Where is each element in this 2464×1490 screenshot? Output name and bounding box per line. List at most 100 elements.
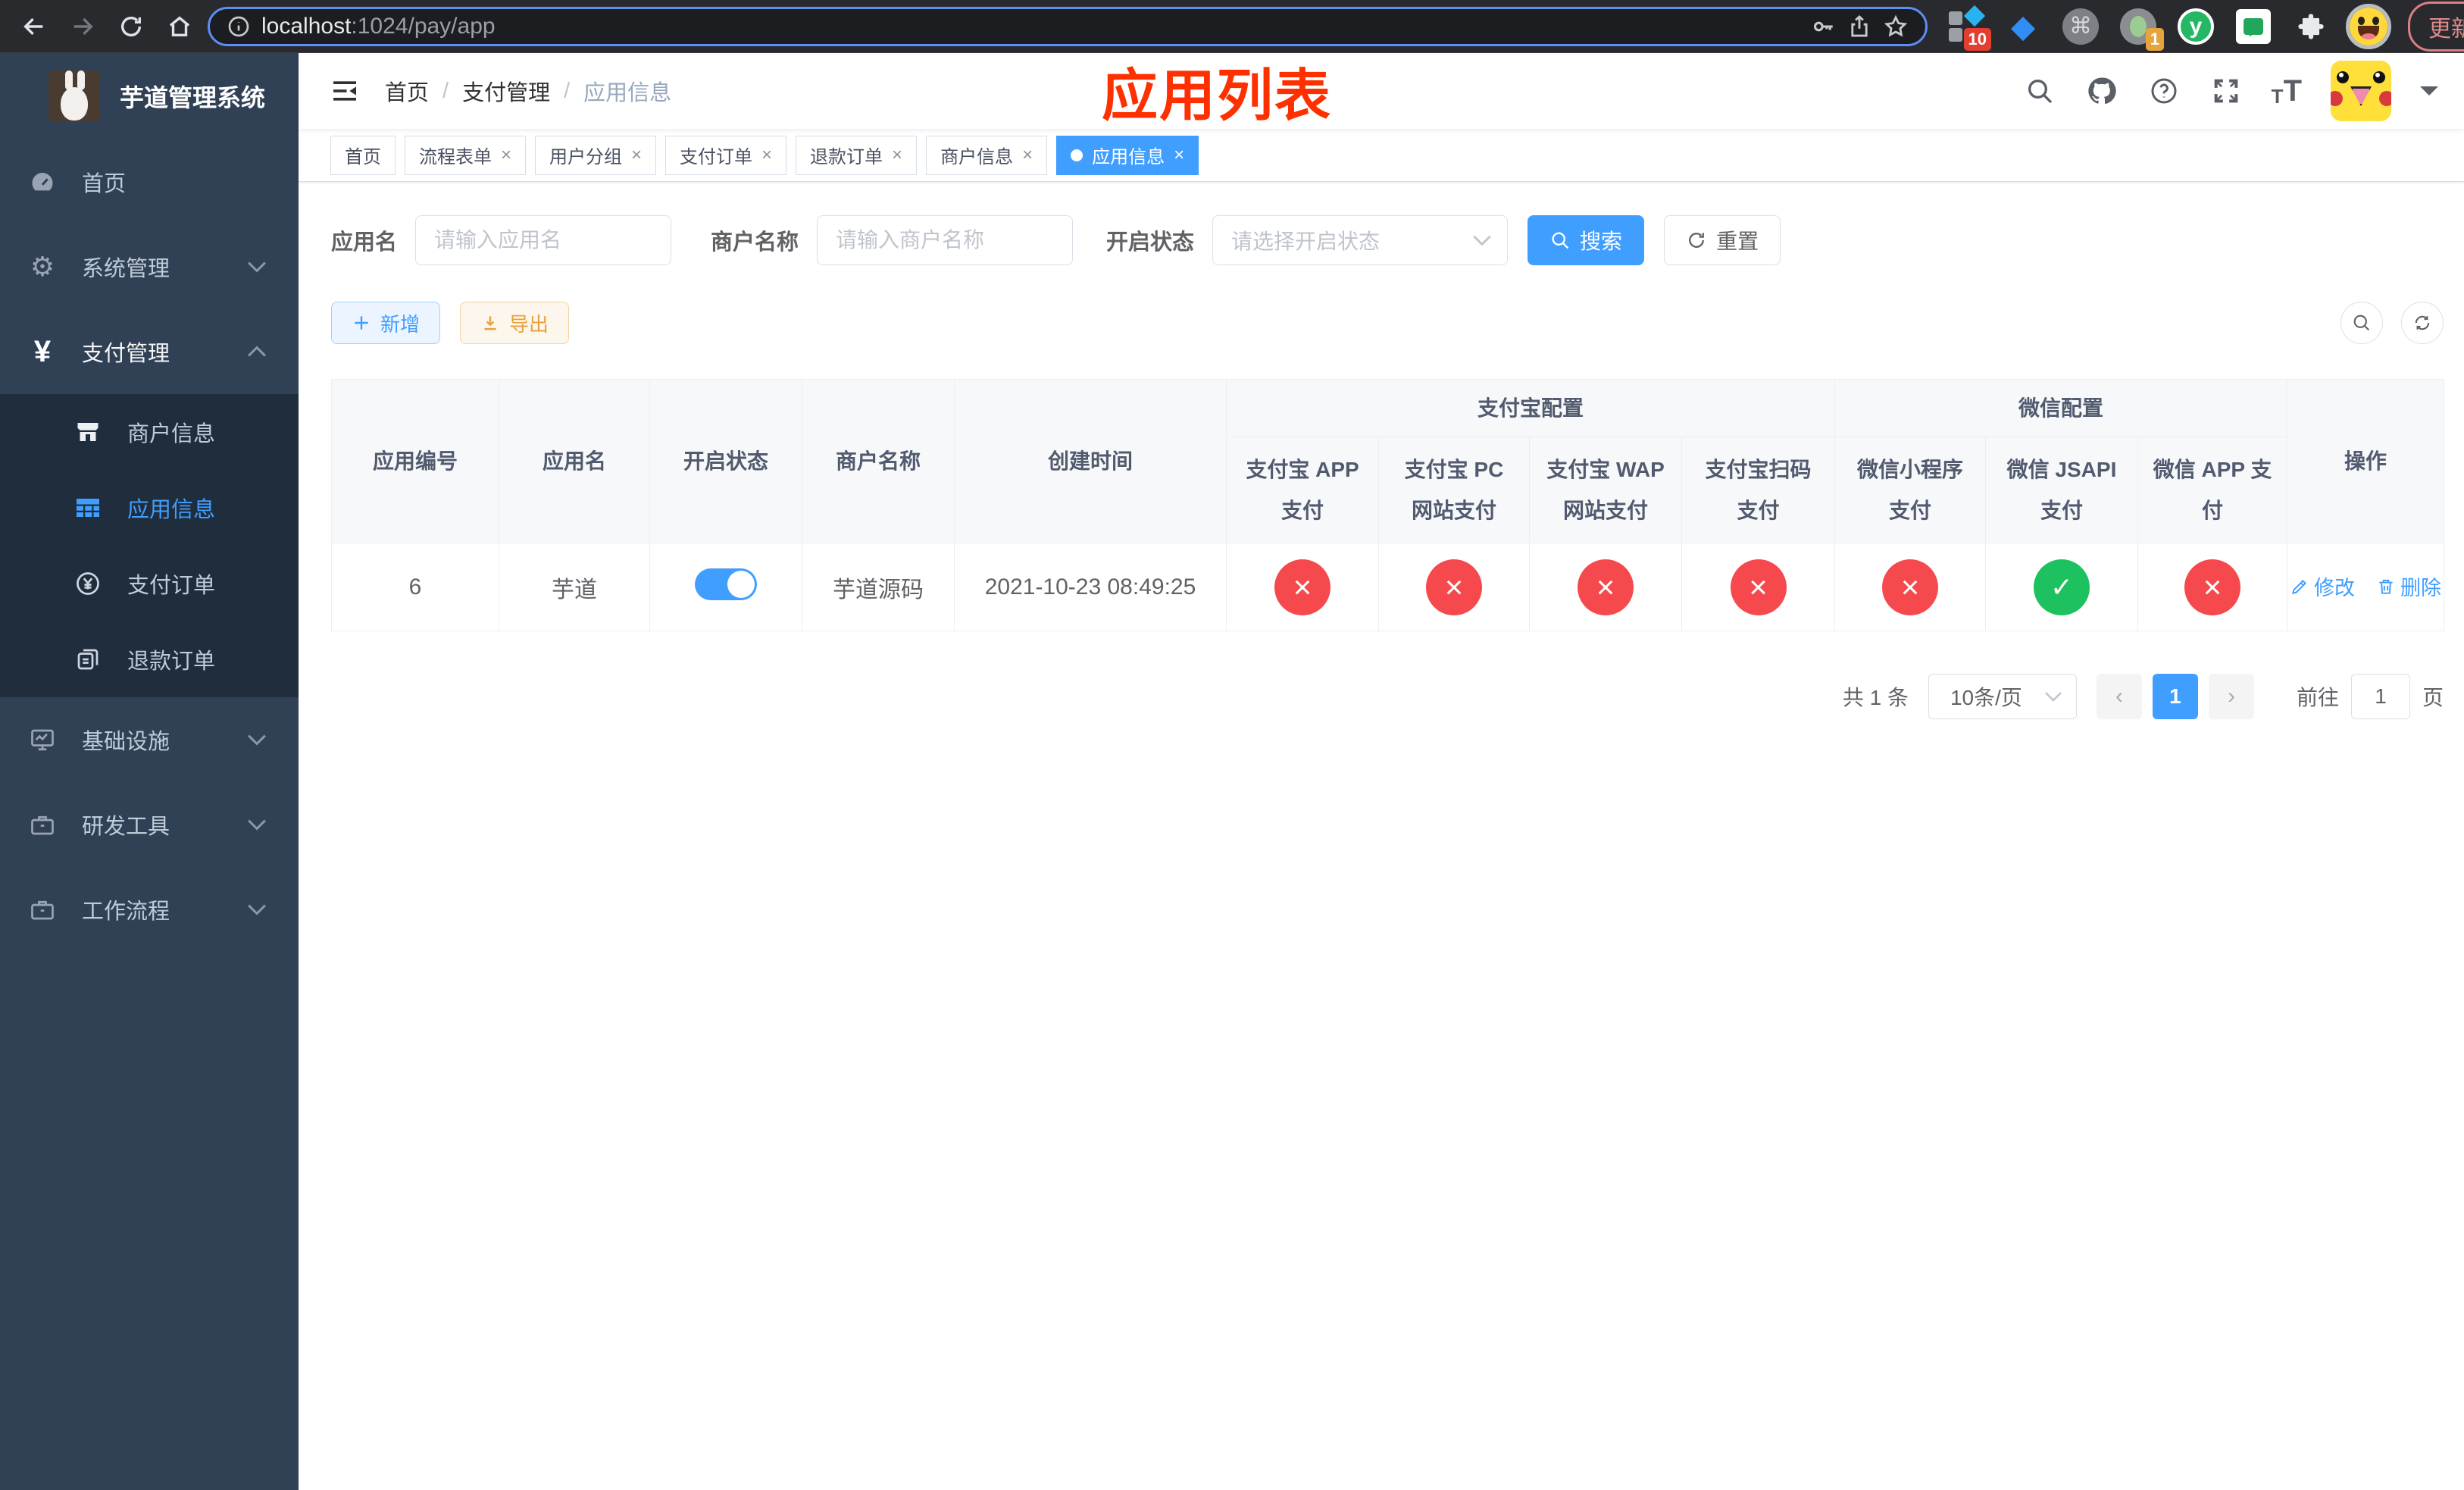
toggle-search-button[interactable] [2340, 302, 2383, 344]
current-page[interactable]: 1 [2152, 674, 2198, 719]
tab-user-group[interactable]: 用户分组 × [535, 135, 657, 175]
tab-close-icon[interactable]: × [1174, 145, 1184, 166]
breadcrumb: 首页 / 支付管理 / 应用信息 [385, 75, 671, 107]
app-name-input[interactable] [415, 215, 672, 265]
sidebar-item-home[interactable]: 首页 [0, 139, 299, 224]
reset-button[interactable]: 重置 [1664, 215, 1781, 265]
top-navbar: 首页 / 支付管理 / 应用信息 应用列表 TT [299, 53, 2464, 129]
sidebar-item-system[interactable]: ⚙ 系统管理 [0, 224, 299, 309]
sidebar-fold-icon[interactable] [324, 70, 365, 111]
site-info-icon[interactable] [227, 14, 251, 39]
browser-back-button[interactable] [14, 6, 55, 47]
chrome-update-button[interactable]: 更新 [2408, 1, 2464, 52]
search-form: 应用名 商户名称 开启状态 请选择开启状态 搜索 [331, 215, 2444, 265]
tab-close-icon[interactable]: × [1022, 145, 1033, 166]
refund-doc-icon [73, 646, 103, 673]
extension-gem-icon[interactable]: ◆ [2003, 7, 2043, 46]
storefront-icon [73, 418, 103, 446]
status-toggle[interactable] [695, 568, 757, 600]
search-icon[interactable] [2023, 74, 2056, 108]
sidebar-item-app-info[interactable]: 应用信息 [0, 470, 299, 546]
url-text[interactable]: localhost:1024/pay/app [261, 14, 1800, 39]
config-status-wx-mini [1882, 559, 1939, 615]
refresh-icon [1689, 233, 1704, 248]
chevron-down-icon [247, 819, 267, 831]
pay-order-icon [73, 570, 103, 597]
sidebar-item-pay-order[interactable]: 支付订单 [0, 546, 299, 621]
app-title: 芋道管理系统 [120, 84, 266, 111]
sidebar-item-infra[interactable]: 基础设施 [0, 697, 299, 782]
sidebar-item-pay[interactable]: ¥ 支付管理 [0, 309, 299, 394]
font-size-icon[interactable]: TT [2272, 76, 2302, 106]
cell-merchant: 芋道源码 [802, 543, 955, 631]
breadcrumb-pay[interactable]: 支付管理 [462, 75, 550, 107]
next-page-button[interactable]: › [2208, 674, 2254, 719]
page-size-select[interactable]: 10条/页 [1928, 674, 2077, 719]
extension-chat-icon[interactable] [2234, 7, 2273, 46]
sidebar-item-workflow[interactable]: 工作流程 [0, 867, 299, 952]
goto-page-input[interactable] [2350, 674, 2410, 719]
tab-refund-order[interactable]: 退款订单 × [796, 135, 918, 175]
tab-close-icon[interactable]: × [761, 145, 772, 166]
tab-process-form[interactable]: 流程表单 × [405, 135, 527, 175]
chevron-down-icon [247, 903, 267, 916]
toolbox-icon [27, 811, 58, 838]
sidebar-item-dev-tools[interactable]: 研发工具 [0, 782, 299, 867]
sidebar-item-refund-order[interactable]: 退款订单 [0, 621, 299, 697]
gear-icon: ⚙ [30, 251, 55, 282]
address-bar[interactable]: localhost:1024/pay/app [208, 6, 1928, 46]
browser-profile-avatar[interactable] [2346, 3, 2391, 49]
refresh-icon [2415, 315, 2430, 330]
navbar-actions: TT [2023, 61, 2438, 121]
user-avatar[interactable] [2331, 61, 2391, 121]
prev-page-button[interactable]: ‹ [2096, 674, 2142, 719]
col-alipay-wap: 支付宝 WAP 网站支付 [1529, 437, 1682, 543]
tab-home[interactable]: 首页 [330, 135, 396, 175]
tab-app-info[interactable]: 应用信息 × [1056, 135, 1199, 175]
table-toolbar: 新增 导出 [331, 302, 2444, 344]
avatar-dropdown-caret[interactable] [2420, 86, 2438, 105]
status-select[interactable]: 请选择开启状态 [1212, 215, 1509, 265]
config-status-alipay-app [1274, 559, 1330, 615]
share-icon[interactable] [1846, 14, 1872, 39]
breadcrumb-current: 应用信息 [583, 81, 672, 105]
tab-pay-order[interactable]: 支付订单 × [665, 135, 787, 175]
col-wx-jsapi: 微信 JSAPI 支付 [1985, 437, 2139, 543]
tab-close-icon[interactable]: × [892, 145, 902, 166]
delete-button[interactable]: 删除 [2376, 571, 2441, 601]
extension-grid-icon[interactable]: 10 [1946, 5, 1991, 51]
tab-merchant-info[interactable]: 商户信息 × [926, 135, 1048, 175]
extension-badge: 10 [1963, 27, 1991, 51]
merchant-name-input[interactable] [817, 215, 1074, 265]
breadcrumb-home[interactable]: 首页 [385, 75, 429, 107]
browser-reload-button[interactable] [111, 6, 152, 47]
bookmark-star-icon[interactable] [1883, 14, 1909, 39]
extension-yuque-icon[interactable]: y [2176, 7, 2215, 46]
tab-close-icon[interactable]: × [631, 145, 642, 166]
tab-close-icon[interactable]: × [501, 145, 511, 166]
extension-command-icon[interactable]: ⌘ [2061, 7, 2100, 46]
sidebar-item-merchant-info[interactable]: 商户信息 [0, 394, 299, 470]
add-button[interactable]: 新增 [331, 302, 441, 344]
extensions-puzzle-icon[interactable] [2291, 7, 2331, 46]
browser-extensions: 10 ◆ ⌘ 1 y [1946, 3, 2391, 51]
url-path: :1024/pay/app [351, 13, 496, 39]
briefcase-icon [27, 896, 58, 923]
github-icon[interactable] [2085, 74, 2118, 108]
browser-home-button[interactable] [159, 6, 200, 47]
edit-button[interactable]: 修改 [2290, 571, 2355, 601]
fullscreen-icon[interactable] [2209, 74, 2243, 108]
col-create-time: 创建时间 [954, 379, 1227, 543]
browser-forward-button[interactable] [62, 6, 103, 47]
extension-recorder-icon[interactable]: 1 [2118, 7, 2164, 51]
app-table: 应用编号 应用名 开启状态 商户名称 创建时间 支付宝配置 微信配置 操作 支付… [331, 379, 2445, 631]
search-button[interactable]: 搜索 [1527, 215, 1645, 265]
config-status-alipay-pc [1426, 559, 1482, 615]
password-key-icon[interactable] [1810, 14, 1836, 39]
col-app-id: 应用编号 [331, 379, 499, 543]
refresh-table-button[interactable] [2401, 302, 2444, 344]
config-status-alipay-qr [1730, 559, 1787, 615]
export-button[interactable]: 导出 [460, 302, 570, 344]
page-content: 应用名 商户名称 开启状态 请选择开启状态 搜索 [299, 182, 2464, 1490]
help-icon[interactable] [2147, 74, 2181, 108]
